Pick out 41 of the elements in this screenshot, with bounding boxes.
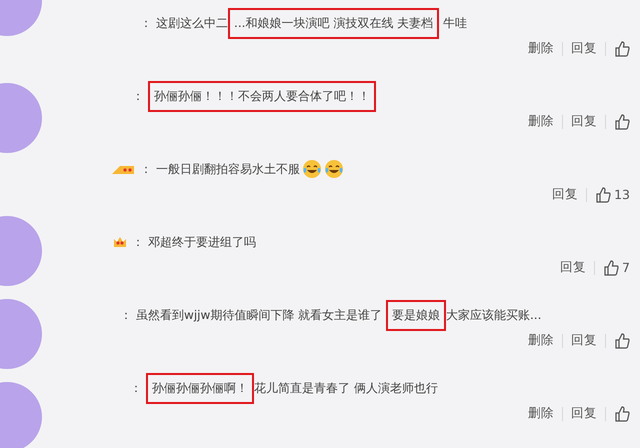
- thumbs-up-icon: [595, 186, 612, 202]
- comment-text: 花儿简直是青春了 俩人演老师也行: [254, 380, 438, 396]
- thumbs-up-icon: [603, 260, 620, 276]
- thumbs-up-icon: [614, 114, 630, 130]
- thumbs-up-icon: [614, 406, 630, 422]
- thumbs-up-icon: [614, 332, 630, 348]
- highlighted-comment-text: 孙俪孙俪！！！不会两人要合体了吧！！: [148, 80, 376, 112]
- like-button[interactable]: [614, 332, 630, 348]
- comment-text: 牛哇: [442, 14, 467, 32]
- laughing-emoji-icon: [302, 159, 322, 179]
- highlighted-comment-text: 要是娘娘: [386, 300, 446, 330]
- thumbs-up-icon: [614, 40, 630, 56]
- reply-link[interactable]: 回复: [571, 40, 597, 57]
- reply-link[interactable]: 回复: [571, 405, 597, 422]
- laughing-emoji-icon: [324, 159, 344, 179]
- comment-text: 大家应该能买账...: [446, 306, 542, 324]
- highlighted-comment-text: 孙俪孙俪孙俪啊！: [146, 372, 254, 404]
- delete-link[interactable]: 删除: [528, 332, 554, 349]
- like-button[interactable]: [614, 406, 630, 422]
- reply-link[interactable]: 回复: [552, 186, 578, 203]
- colon: ：: [132, 234, 144, 250]
- comment-text: 一般日剧翻拍容易水土不服: [156, 160, 300, 178]
- like-button[interactable]: [614, 40, 630, 56]
- colon: ：: [120, 306, 132, 324]
- delete-link[interactable]: 删除: [528, 113, 554, 130]
- like-button[interactable]: 7: [603, 260, 630, 276]
- like-button[interactable]: 13: [595, 186, 630, 202]
- reply-link[interactable]: 回复: [560, 259, 586, 276]
- comment-text: 这剧这么中二: [156, 14, 228, 32]
- like-button[interactable]: [614, 114, 630, 130]
- colon: ：: [140, 160, 152, 178]
- delete-link[interactable]: 删除: [528, 40, 554, 57]
- reply-link[interactable]: 回复: [571, 113, 597, 130]
- comment-text: 虽然看到wjjw期待值瞬间下降 就看女主是谁了: [136, 306, 384, 324]
- colon: ：: [132, 88, 144, 104]
- comment-text: 邓超终于要进组了吗: [148, 234, 256, 250]
- delete-link[interactable]: 删除: [528, 405, 554, 422]
- reply-link[interactable]: 回复: [571, 332, 597, 349]
- highlighted-comment-text: ...和娘娘一块演吧 演技双在线 夫妻档: [228, 8, 440, 38]
- colon: ：: [130, 380, 142, 396]
- colon: ：: [140, 14, 152, 32]
